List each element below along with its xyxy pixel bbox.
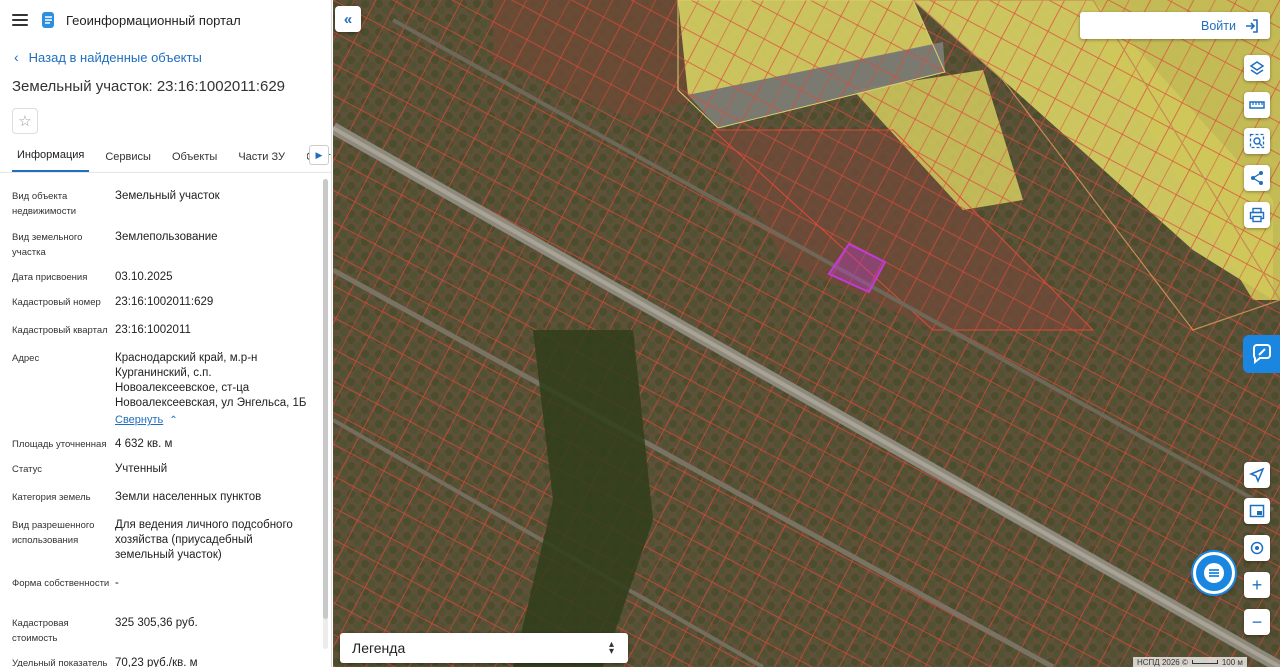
info-value: Учтенный [115,463,168,475]
legend-label: Легенда [352,640,406,656]
layers-button[interactable] [1244,55,1270,81]
info-value: 70,23 руб./кв. м [115,657,198,667]
print-icon [1249,207,1265,223]
select-area-button[interactable] [1244,128,1270,154]
chevron-up-icon[interactable]: ⌃ [169,415,177,426]
minimap-icon [1249,504,1265,518]
double-chevron-left-icon: « [343,10,353,28]
panel-scrollbar[interactable] [323,179,328,649]
login-label: Войти [1201,18,1236,33]
scale-bar [1191,660,1218,664]
info-key: Вид объекта недвижимости [12,191,77,217]
info-value: - [115,577,119,589]
zoom-out-button[interactable]: − [1244,609,1270,635]
chat-icon [1204,563,1224,583]
chevron-left-icon: ‹ [14,49,19,65]
info-list: Вид объекта недвижимости Земельный участ… [0,173,331,667]
tab-parts[interactable]: Части ЗУ [233,151,290,172]
legend-dropdown[interactable]: Легенда ▴ ▾ [340,633,628,663]
sort-arrows-icon: ▴ ▾ [608,639,614,657]
address-value: Краснодарский край, м.р-н Курганинский, … [115,352,307,409]
chat-button[interactable] [1193,552,1235,594]
info-key: Кадастровый номер [12,297,101,308]
info-key: Адрес [12,353,40,364]
zoom-out-icon: − [1251,611,1263,632]
chat-bubble-icon [1252,344,1271,365]
info-key: Удельный показатель [12,658,108,667]
info-panel: Геоинформационный портал ‹ Назад в найде… [0,0,332,667]
info-value: Для ведения личного подсобного хозяйства… [115,519,293,561]
back-link-label: Назад в найденные объекты [28,49,202,65]
info-value: 23:16:1002011 [115,324,191,336]
scale-label: 100 м [1221,657,1243,667]
ruler-icon [1249,101,1265,109]
info-key: Кадастровый квартал [12,325,108,336]
back-to-results-link[interactable]: ‹ Назад в найденные объекты [0,40,331,74]
geolocation-icon [1249,467,1265,483]
star-icon: ☆ [18,113,32,130]
side-panel-toggle[interactable] [1243,335,1280,373]
map-attribution: НСПД 2026 © 100 м [1133,657,1247,667]
info-value: Земли населенных пунктов [115,491,262,503]
my-location-icon [1250,541,1264,555]
ruler-button[interactable] [1244,92,1270,118]
info-key: Статус [12,464,43,475]
info-key: Форма собственности [12,578,110,589]
share-icon [1251,171,1263,185]
select-area-icon [1249,133,1265,149]
favorite-button[interactable]: ☆ [12,108,38,134]
login-button[interactable]: Войти [1080,12,1270,39]
attribution-text: НСПД 2026 © [1137,657,1188,667]
my-location-button[interactable] [1244,535,1270,561]
info-value: 4 632 кв. м [115,438,173,450]
zoom-in-icon: + [1251,574,1263,595]
map-view[interactable]: « Войти + − Легенда ▴ ▾ НСПД 2026 © 100 … [333,0,1280,667]
portal-logo-icon [42,12,54,28]
login-icon [1246,18,1258,33]
tab-bar: Информация Сервисы Объекты Части ЗУ Сост… [0,143,331,173]
share-button[interactable] [1244,165,1270,191]
geolocation-button[interactable] [1244,462,1270,488]
minimap-button[interactable] [1244,498,1270,524]
page-title: Земельный участок: 23:16:1002011:629 [12,78,286,95]
layers-icon [1249,61,1265,75]
triangle-right-icon: ▶ [315,149,323,160]
satellite-map[interactable] [333,0,1280,667]
menu-icon[interactable] [12,14,28,26]
tab-services[interactable]: Сервисы [100,151,156,172]
info-key: Кадастровая стоимость [12,618,69,644]
tab-information[interactable]: Информация [12,149,90,172]
info-key: Вид земельного участка [12,232,83,258]
info-value: 03.10.2025 [115,271,173,283]
info-key: Категория земель [12,492,91,503]
info-value: Земельный участок [115,190,220,202]
print-button[interactable] [1244,202,1270,228]
collapse-link[interactable]: Свернуть [115,413,163,428]
zoom-in-button[interactable]: + [1244,572,1270,598]
tab-objects[interactable]: Объекты [167,151,222,172]
app-header: Геоинформационный портал [0,0,331,40]
info-key: Дата присвоения [12,272,88,283]
info-key: Вид разрешенного использования [12,520,95,546]
info-key: Площадь уточненная [12,439,107,450]
tabs-scroll-right-button[interactable]: ▶ [309,145,329,165]
collapse-panel-button[interactable]: « [335,6,361,32]
app-title: Геоинформационный портал [66,12,241,28]
info-value: Землепользование [115,231,218,243]
info-value: 325 305,36 руб. [115,617,198,629]
info-value: 23:16:1002011:629 [115,296,214,308]
